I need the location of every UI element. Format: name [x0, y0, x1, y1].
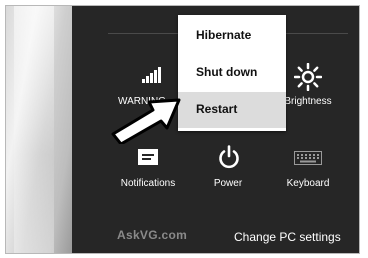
- hibernate-label: Hibernate: [196, 28, 252, 42]
- screenshot-frame: WARNING Brightness Notifications Power K…: [5, 5, 360, 254]
- power-label: Power: [213, 178, 243, 189]
- notifications-label: Notifications: [120, 178, 176, 189]
- watermark-text: AskVG.com: [117, 228, 188, 242]
- shut-down-label: Shut down: [196, 65, 258, 79]
- change-pc-settings-link[interactable]: Change PC settings: [234, 230, 341, 244]
- restart-label: Restart: [196, 102, 238, 116]
- keyboard-icon: [294, 151, 322, 165]
- keyboard-label: Keyboard: [286, 178, 330, 189]
- signal-bars-icon: [142, 67, 161, 83]
- sun-icon: [294, 63, 322, 91]
- power-icon: [219, 145, 239, 169]
- power-options-menu: Hibernate Shut down Restart: [178, 15, 286, 131]
- restart-menu-item[interactable]: Restart: [178, 92, 286, 128]
- power-tile[interactable]: Power: [188, 143, 268, 193]
- shut-down-menu-item[interactable]: Shut down: [178, 55, 286, 89]
- message-icon: [138, 149, 158, 165]
- keyboard-tile[interactable]: Keyboard: [268, 143, 348, 193]
- hibernate-menu-item[interactable]: Hibernate: [178, 18, 286, 52]
- desktop-background: [6, 6, 72, 253]
- notifications-tile[interactable]: Notifications: [108, 143, 188, 193]
- arrow-pointer-icon: [111, 98, 181, 144]
